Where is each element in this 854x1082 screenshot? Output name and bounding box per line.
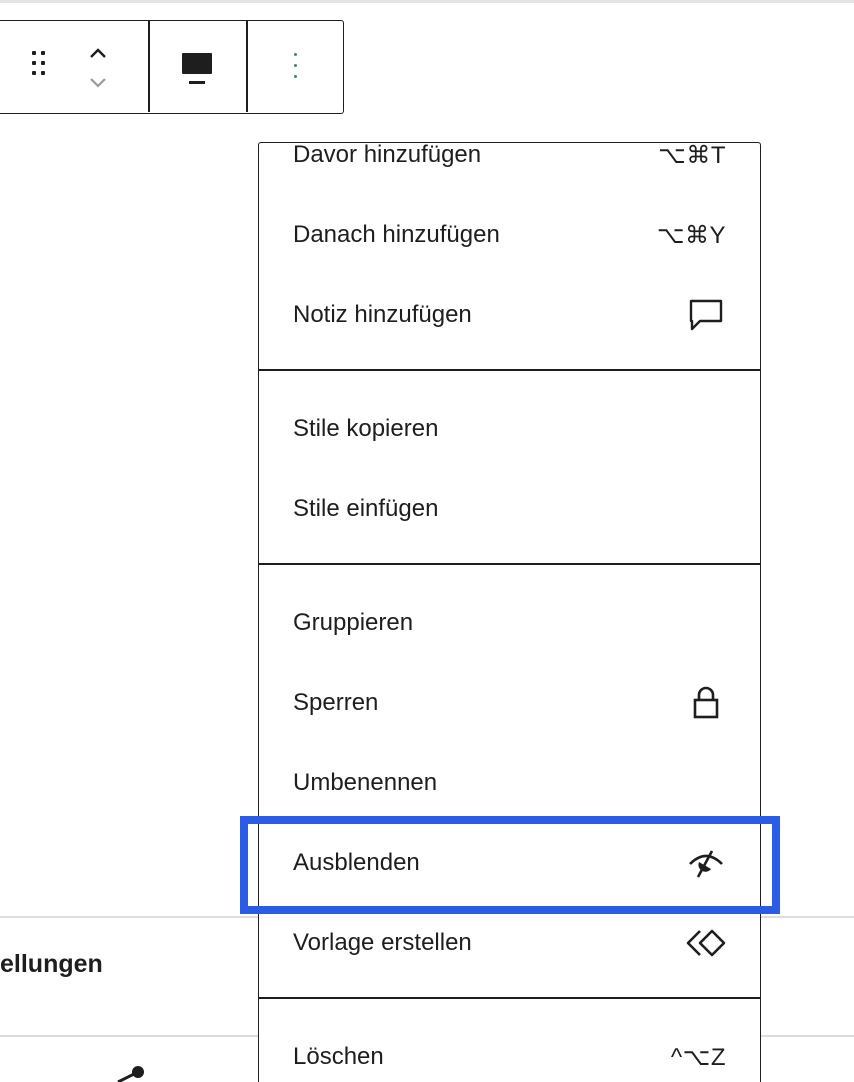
block-toolbar	[0, 20, 344, 114]
symbol-icon	[686, 923, 726, 963]
menu-item-label: Danach hinzufügen	[293, 221, 500, 248]
menu-item-shortcut: ^⌥Z	[670, 1043, 726, 1071]
lock-icon	[686, 683, 726, 723]
menu-item-label: Davor hinzufügen	[293, 142, 482, 168]
menu-item-label: Stile einfügen	[293, 495, 439, 522]
top-divider	[0, 0, 854, 3]
menu-item-label: Löschen	[293, 1043, 384, 1070]
move-down-button[interactable]	[77, 67, 137, 107]
menu-item-shortcut: ⌥⌘T	[658, 142, 726, 169]
menu-item-paste-styles[interactable]: Stile einfügen	[259, 469, 760, 549]
menu-item-label: Gruppieren	[293, 609, 414, 636]
options-button[interactable]	[248, 21, 344, 112]
comment-icon	[686, 295, 726, 335]
menu-item-group[interactable]: Gruppieren	[259, 583, 760, 663]
menu-item-shortcut: ⌥⌘Y	[656, 221, 726, 249]
menu-item-rename[interactable]: Umbenennen	[259, 743, 760, 823]
menu-separator	[259, 369, 760, 371]
menu-item-delete[interactable]: Löschen ^⌥Z	[259, 1017, 760, 1082]
partial-icon	[117, 1066, 144, 1082]
menu-item-label: Sperren	[293, 689, 379, 716]
menu-item-lock[interactable]: Sperren	[259, 663, 760, 743]
editor-page: ellungen Davor hinzufügen ⌥⌘T Danach hin…	[0, 0, 854, 1082]
menu-separator	[259, 563, 760, 565]
menu-item-create-pattern[interactable]: Vorlage erstellen	[259, 903, 760, 983]
menu-item-copy-styles[interactable]: Stile kopieren	[259, 389, 760, 469]
eye-hidden-icon	[686, 843, 726, 883]
menu-separator	[259, 997, 760, 999]
menu-item-label: Ausblenden	[293, 849, 420, 876]
menu-item-label: Vorlage erstellen	[293, 929, 472, 956]
more-vertical-icon	[294, 53, 298, 85]
drag-handle-icon	[32, 51, 46, 83]
drag-handle-button[interactable]	[17, 21, 67, 112]
menu-item-add-note[interactable]: Notiz hinzufügen	[259, 275, 760, 355]
chevron-down-icon	[90, 78, 106, 88]
align-button[interactable]	[150, 21, 246, 112]
block-options-menu: Davor hinzufügen ⌥⌘T Danach hinzufügen ⌥…	[258, 142, 761, 1082]
menu-item-insert-after[interactable]: Danach hinzufügen ⌥⌘Y	[259, 195, 760, 275]
menu-item-hide[interactable]: Ausblenden	[259, 823, 760, 903]
menu-item-insert-before[interactable]: Davor hinzufügen ⌥⌘T	[259, 142, 760, 195]
chevron-up-icon	[90, 48, 106, 58]
settings-heading-fragment: ellungen	[0, 950, 103, 978]
menu-item-label: Umbenennen	[293, 769, 438, 796]
align-wide-icon	[182, 53, 212, 85]
menu-item-label: Stile kopieren	[293, 415, 439, 442]
menu-item-label: Notiz hinzufügen	[293, 301, 472, 328]
